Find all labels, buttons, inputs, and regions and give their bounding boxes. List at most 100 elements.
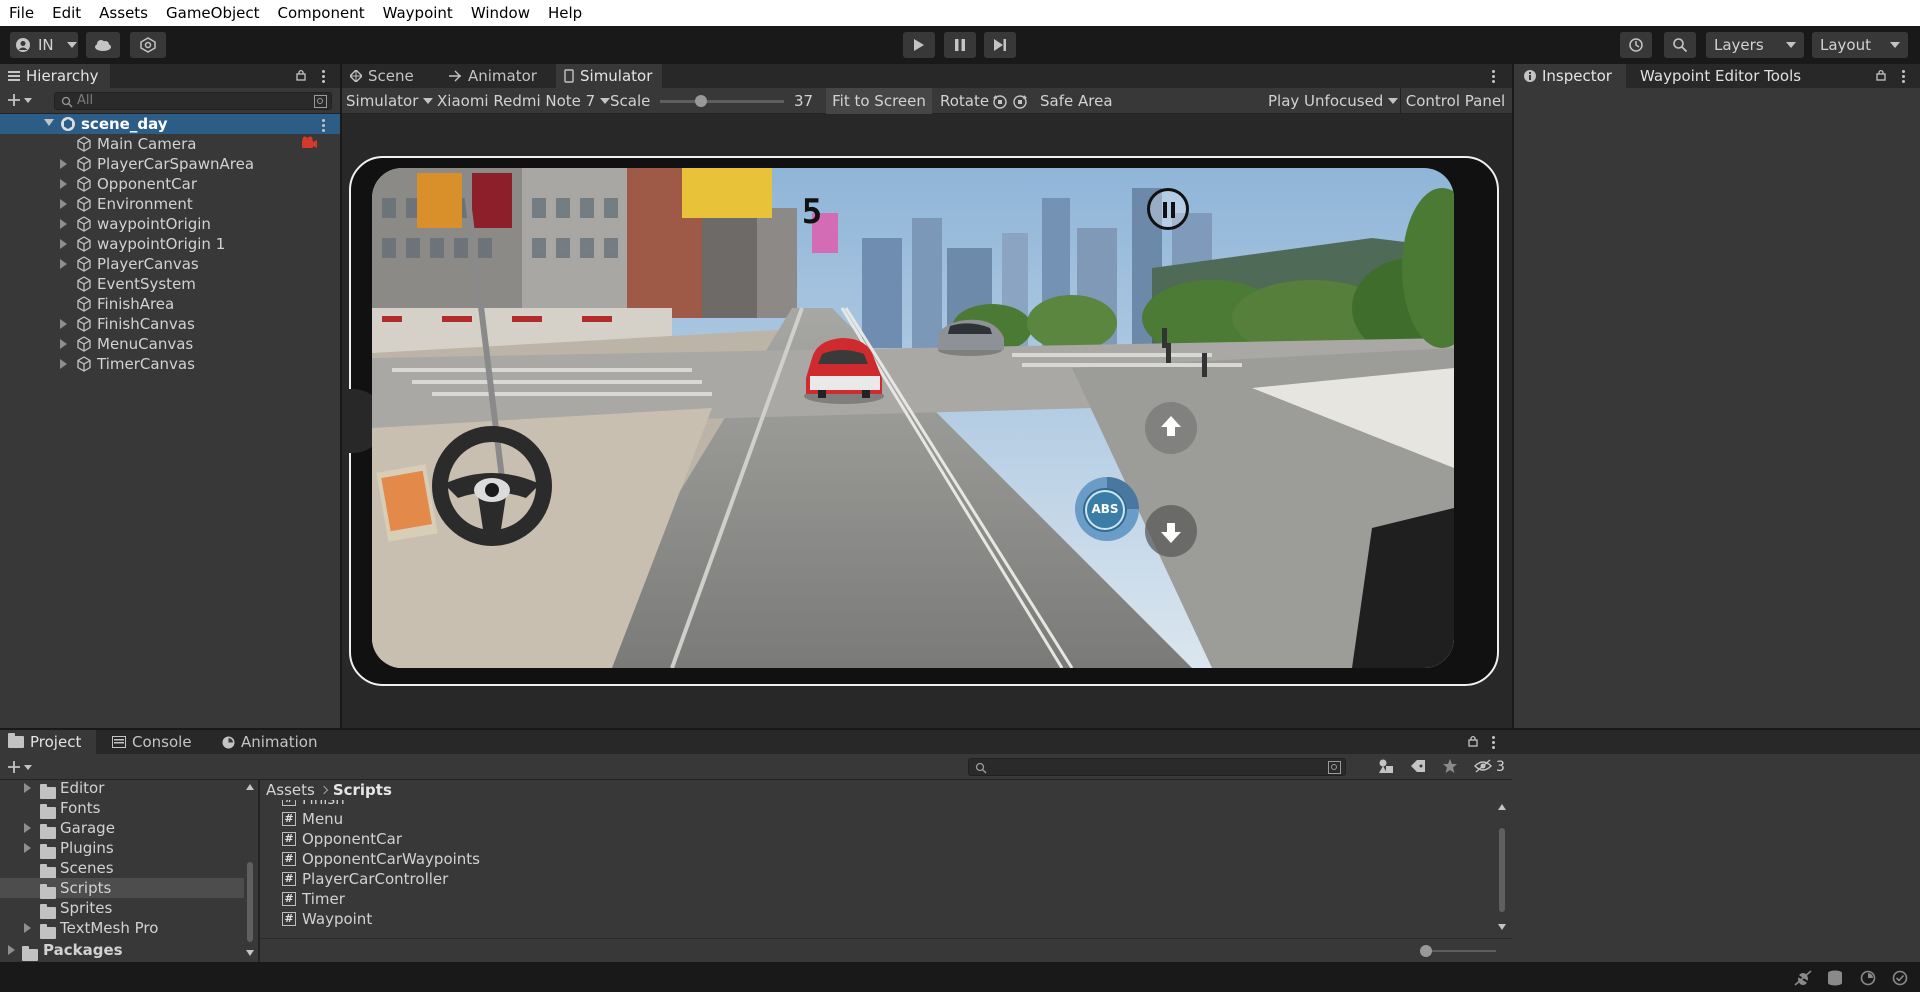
folder-item[interactable]: Scenes xyxy=(0,858,244,879)
chevron-right-icon[interactable] xyxy=(60,359,67,369)
hidden-packages-icon[interactable] xyxy=(1474,759,1492,773)
check-icon[interactable] xyxy=(1892,970,1908,986)
chevron-right-icon[interactable] xyxy=(60,219,67,229)
play-button[interactable] xyxy=(903,32,935,58)
menu-file[interactable]: File xyxy=(0,0,43,26)
folder-item[interactable]: Editor xyxy=(0,780,244,799)
scroll-up-icon[interactable] xyxy=(246,784,254,790)
folder-tree-scrollbar[interactable] xyxy=(244,780,256,962)
game-viewport[interactable]: 5 ABS xyxy=(372,168,1454,668)
control-panel-button[interactable]: Control Panel xyxy=(1400,88,1510,114)
device-dropdown[interactable]: Xiaomi Redmi Note 7 xyxy=(437,88,611,114)
script-item[interactable]: # Waypoint xyxy=(282,909,682,929)
project-search[interactable] xyxy=(968,758,1346,776)
chevron-right-icon[interactable] xyxy=(60,199,67,209)
hierarchy-item[interactable]: FinishArea xyxy=(0,294,340,314)
chevron-right-icon[interactable] xyxy=(60,339,67,349)
menu-component[interactable]: Component xyxy=(269,0,374,26)
step-button[interactable] xyxy=(984,32,1016,58)
search-button[interactable] xyxy=(1664,32,1696,58)
tab-waypoint-editor-tools[interactable]: Waypoint Editor Tools xyxy=(1632,64,1812,88)
menu-help[interactable]: Help xyxy=(539,0,591,26)
script-item[interactable]: # Finish xyxy=(282,800,682,809)
folder-item[interactable]: TextMesh Pro xyxy=(0,918,244,939)
menu-assets[interactable]: Assets xyxy=(90,0,157,26)
hierarchy-item[interactable]: waypointOrigin 1 xyxy=(0,234,340,254)
chevron-right-icon[interactable] xyxy=(24,783,31,793)
scroll-down-icon[interactable] xyxy=(246,950,254,956)
chevron-right-icon[interactable] xyxy=(60,159,67,169)
folder-tree-scroll-thumb[interactable] xyxy=(247,862,253,942)
hierarchy-item[interactable]: MenuCanvas xyxy=(0,334,340,354)
filter-by-type-icon[interactable] xyxy=(1378,758,1394,774)
debug-icon[interactable] xyxy=(1794,970,1812,986)
pause-button[interactable] xyxy=(944,32,976,58)
icon-size-slider[interactable] xyxy=(1420,945,1496,957)
star-icon[interactable] xyxy=(1442,758,1458,774)
account-dropdown[interactable]: IN xyxy=(10,32,78,58)
abs-button[interactable]: ABS xyxy=(1072,474,1142,544)
scene-row[interactable]: scene_day xyxy=(0,114,340,134)
hierarchy-item[interactable]: PlayerCanvas xyxy=(0,254,340,274)
brake-button[interactable] xyxy=(1145,505,1197,557)
filter-by-label-icon[interactable] xyxy=(1410,759,1426,773)
center-menu-icon[interactable] xyxy=(1492,70,1496,83)
add-icon[interactable] xyxy=(8,760,32,774)
play-mode-dropdown[interactable]: Play Unfocused xyxy=(1268,88,1399,114)
menu-waypoint[interactable]: Waypoint xyxy=(374,0,462,26)
tab-animator[interactable]: Animator xyxy=(440,64,552,88)
hierarchy-item[interactable]: TimerCanvas xyxy=(0,354,340,374)
chevron-right-icon[interactable] xyxy=(24,843,31,853)
hierarchy-item[interactable]: PlayerCarSpawnArea xyxy=(0,154,340,174)
hierarchy-item[interactable]: FinishCanvas xyxy=(0,314,340,334)
folder-item[interactable]: Garage xyxy=(0,818,244,839)
search-options-icon[interactable] xyxy=(1328,761,1341,774)
script-item[interactable]: # OpponentCarWaypoints xyxy=(282,849,682,869)
tab-hierarchy[interactable]: Hierarchy xyxy=(0,64,110,88)
folder-item[interactable]: Sprites xyxy=(0,898,244,919)
icon-size-slider-thumb[interactable] xyxy=(1420,945,1432,957)
menu-edit[interactable]: Edit xyxy=(43,0,90,26)
packages-row[interactable]: Packages xyxy=(8,940,244,961)
safe-area-toggle[interactable]: Safe Area xyxy=(1040,88,1113,114)
chevron-right-icon[interactable] xyxy=(60,239,67,249)
scale-slider-thumb[interactable] xyxy=(694,95,707,107)
tab-animation[interactable]: Animation xyxy=(214,730,326,754)
game-pause-button[interactable] xyxy=(1147,188,1189,230)
progress-icon[interactable] xyxy=(1860,970,1876,986)
menu-gameobject[interactable]: GameObject xyxy=(157,0,269,26)
cache-server-icon[interactable] xyxy=(1826,970,1844,986)
scroll-up-icon[interactable] xyxy=(1498,804,1506,810)
tab-scene[interactable]: Scene xyxy=(342,64,440,88)
hierarchy-menu-icon[interactable] xyxy=(322,70,326,83)
script-item[interactable]: # Timer xyxy=(282,889,682,909)
chevron-right-icon[interactable] xyxy=(24,923,31,933)
scene-menu-icon[interactable] xyxy=(322,119,326,132)
script-item[interactable]: # PlayerCarController xyxy=(282,869,682,889)
collab-button[interactable] xyxy=(130,32,166,58)
add-icon[interactable] xyxy=(8,93,32,107)
tab-console[interactable]: Console xyxy=(104,730,202,754)
fit-to-screen-button[interactable]: Fit to Screen xyxy=(826,88,932,114)
simulator-mode-dropdown[interactable]: Simulator xyxy=(346,88,434,114)
search-options-icon[interactable] xyxy=(314,95,327,108)
lock-icon[interactable] xyxy=(296,69,306,81)
hierarchy-item[interactable]: waypointOrigin xyxy=(0,214,340,234)
layers-dropdown[interactable]: Layers xyxy=(1706,32,1804,58)
history-button[interactable] xyxy=(1620,32,1652,58)
hierarchy-search[interactable]: All xyxy=(54,92,332,110)
hierarchy-item[interactable]: OpponentCar xyxy=(0,174,340,194)
cloud-button[interactable] xyxy=(86,32,120,58)
script-item[interactable]: # OpponentCar xyxy=(282,829,682,849)
folder-item[interactable]: Fonts xyxy=(0,798,244,819)
rotate-left-icon[interactable] xyxy=(992,94,1008,110)
scroll-down-icon[interactable] xyxy=(1498,924,1506,930)
inspector-menu-icon[interactable] xyxy=(1902,70,1906,83)
tab-inspector[interactable]: Inspector xyxy=(1514,64,1626,88)
menu-window[interactable]: Window xyxy=(462,0,539,26)
chevron-right-icon[interactable] xyxy=(60,259,67,269)
tab-project[interactable]: Project xyxy=(0,730,96,754)
scale-slider[interactable] xyxy=(660,95,784,107)
script-list-scroll-thumb[interactable] xyxy=(1499,828,1505,912)
hierarchy-item[interactable]: Main Camera xyxy=(0,134,340,154)
